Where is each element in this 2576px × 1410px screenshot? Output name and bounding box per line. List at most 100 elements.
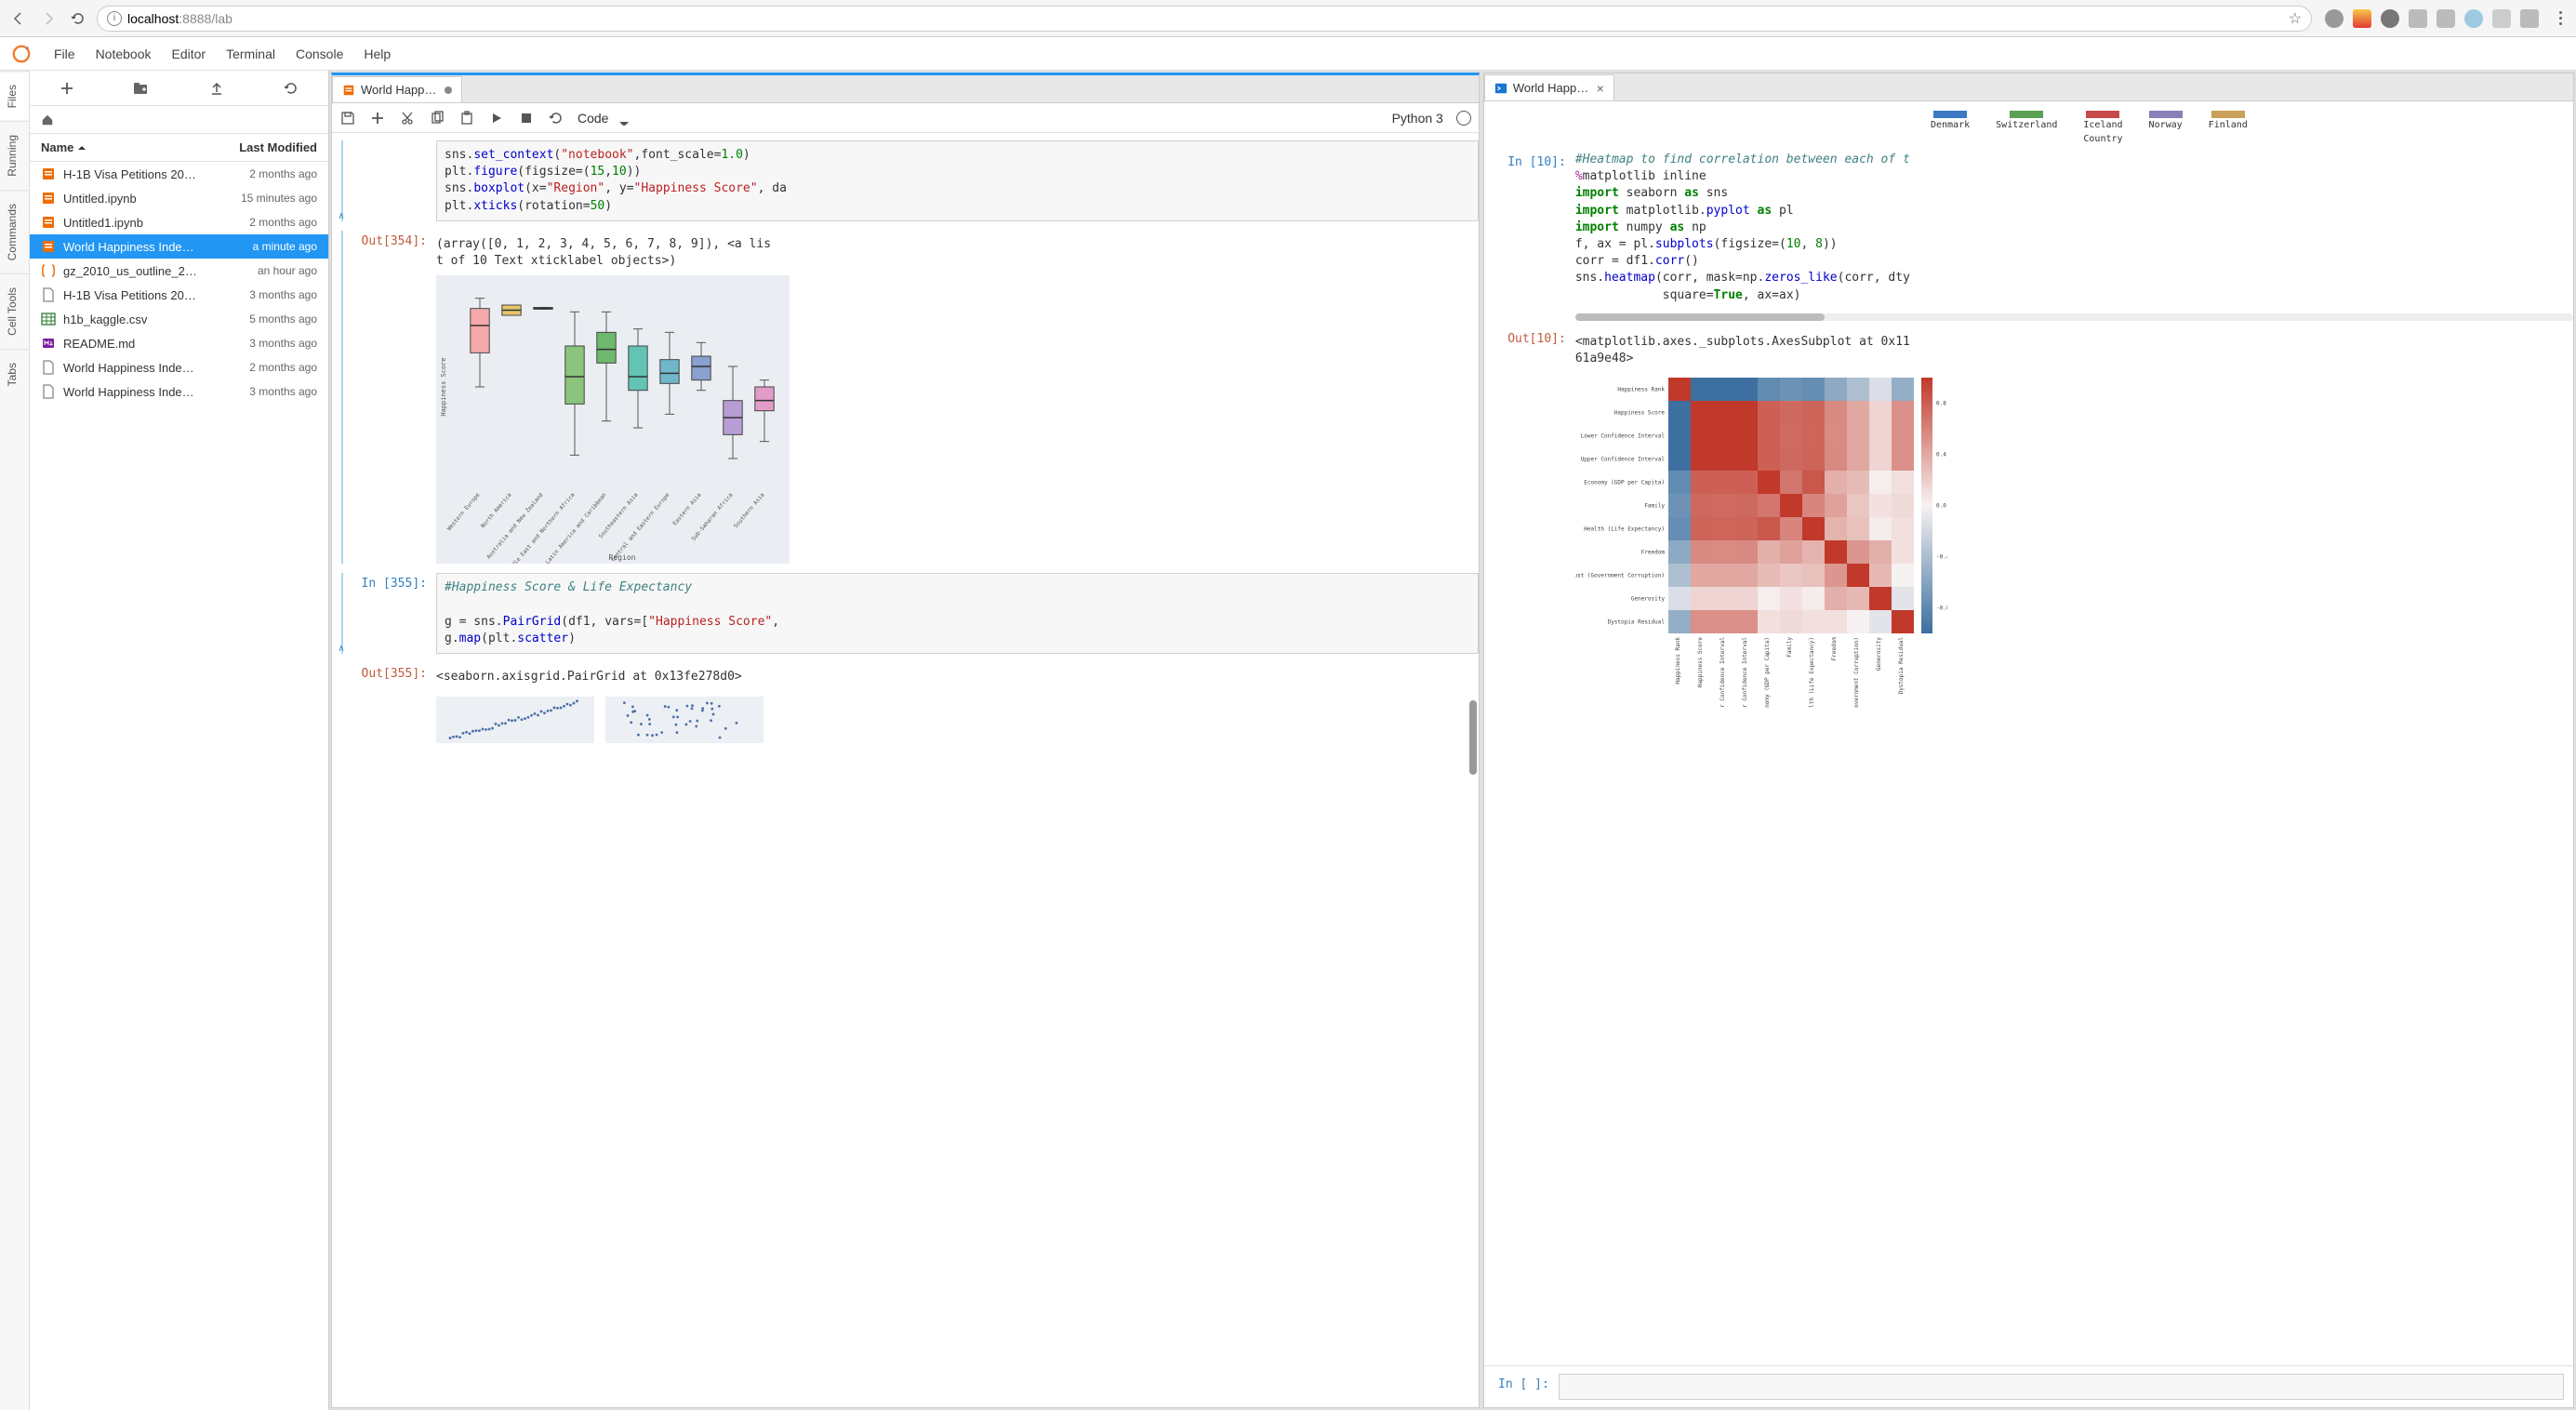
notebook-body-left[interactable]: ∧ sns.set_context("notebook",font_scale=…: [332, 133, 1479, 1407]
url-bar[interactable]: i localhost:8888/lab ☆: [97, 6, 2312, 32]
ext-icon[interactable]: [2381, 9, 2399, 28]
file-row[interactable]: H-1B Visa Petitions 20…2 months ago: [30, 162, 328, 186]
sidetab-tabs[interactable]: Tabs: [0, 349, 29, 399]
svg-text:Upper Confidence Interval: Upper Confidence Interval: [1742, 637, 1748, 708]
sidetab-running[interactable]: Running: [0, 121, 29, 190]
sidetab-commands[interactable]: Commands: [0, 190, 29, 273]
sidetab-files[interactable]: Files: [0, 71, 29, 121]
col-modified-label: Last Modified: [239, 140, 317, 154]
code-input[interactable]: sns.set_context("notebook",font_scale=1.…: [436, 140, 1479, 221]
close-icon[interactable]: ×: [1597, 81, 1604, 96]
file-modified: an hour ago: [258, 264, 317, 277]
dirty-indicator-icon: [445, 86, 452, 94]
legend-item: Norway: [2149, 111, 2183, 144]
sidetab-cell-tools[interactable]: Cell Tools: [0, 273, 29, 349]
ext-icon[interactable]: [2437, 9, 2455, 28]
left-sidebar-tabs: FilesRunningCommandsCell ToolsTabs: [0, 71, 30, 1410]
file-row[interactable]: h1b_kaggle.csv5 months ago: [30, 307, 328, 331]
filebrowser-header[interactable]: Name Last Modified: [30, 134, 328, 162]
horizontal-scrollbar[interactable]: [1575, 313, 2573, 321]
kernel-name[interactable]: Python 3: [1392, 111, 1443, 126]
restart-button[interactable]: [548, 110, 564, 126]
code-input: #Heatmap to find correlation between eac…: [1575, 152, 2573, 304]
svg-text:Lower Confidence Interval: Lower Confidence Interval: [1581, 433, 1666, 440]
cell-prompt: [354, 140, 436, 221]
menu-help[interactable]: Help: [364, 47, 391, 61]
upload-button[interactable]: [207, 79, 226, 98]
menu-file[interactable]: File: [54, 47, 75, 61]
file-row[interactable]: World Happiness Inde…3 months ago: [30, 379, 328, 404]
refresh-button[interactable]: [282, 79, 300, 98]
ext-icon[interactable]: [2353, 9, 2371, 28]
boxplot-chart: Happiness ScoreWestern EuropeNorth Ameri…: [436, 275, 790, 564]
file-browser: Name Last Modified H-1B Visa Petitions 2…: [30, 71, 329, 1410]
svg-text:-0.8: -0.8: [1936, 605, 1947, 612]
console-body[interactable]: DenmarkSwitzerlandIcelandCountryNorwayFi…: [1484, 101, 2573, 1365]
svg-text:Health (Life Expectancy): Health (Life Expectancy): [1584, 526, 1665, 533]
breadcrumb[interactable]: [30, 106, 328, 134]
heatmap-chart: Happiness Rank Happiness Score Lower Confi…: [1575, 373, 1947, 708]
file-icon: [41, 336, 56, 351]
file-name: H-1B Visa Petitions 20…: [63, 167, 242, 181]
console-input[interactable]: [1559, 1374, 2564, 1400]
menu-console[interactable]: Console: [296, 47, 343, 61]
file-modified: 5 months ago: [249, 313, 317, 326]
file-icon: [41, 191, 56, 206]
reload-button[interactable]: [67, 7, 89, 30]
insert-cell-button[interactable]: [369, 110, 386, 126]
save-button[interactable]: [339, 110, 356, 126]
new-folder-button[interactable]: [132, 79, 151, 98]
svg-text:Happiness Rank: Happiness Rank: [1675, 637, 1681, 685]
ext-icon[interactable]: [2492, 9, 2511, 28]
file-row[interactable]: H-1B Visa Petitions 20…3 months ago: [30, 283, 328, 307]
tab-title: World Happines: [361, 83, 439, 97]
scrollbar-thumb[interactable]: [1469, 700, 1477, 775]
kernel-status-icon: [1456, 111, 1471, 126]
tab-world-happiness-notebook[interactable]: World Happines: [332, 76, 462, 102]
menu-notebook[interactable]: Notebook: [96, 47, 152, 61]
chrome-menu-icon[interactable]: [2552, 11, 2569, 25]
paste-button[interactable]: [458, 110, 475, 126]
file-row[interactable]: Untitled.ipynb15 minutes ago: [30, 186, 328, 210]
svg-text:Happiness Score: Happiness Score: [1697, 637, 1704, 688]
interrupt-button[interactable]: [518, 110, 535, 126]
file-row[interactable]: Untitled1.ipynb2 months ago: [30, 210, 328, 234]
svg-text:Happiness Score: Happiness Score: [440, 358, 447, 417]
ext-icon[interactable]: [2409, 9, 2427, 28]
notebook-panel-right: World Happines × DenmarkSwitzerlandIcela…: [1483, 73, 2574, 1408]
ext-icon[interactable]: [2520, 9, 2539, 28]
code-input[interactable]: #Happiness Score & Life Expectancy g = s…: [436, 573, 1479, 654]
forward-button[interactable]: [37, 7, 60, 30]
svg-text:Family: Family: [1786, 637, 1793, 658]
cell-type-select[interactable]: Code: [578, 111, 633, 126]
file-row[interactable]: World Happiness Inde…2 months ago: [30, 355, 328, 379]
url-text: localhost:8888/lab: [127, 11, 232, 26]
ext-icon[interactable]: [2325, 9, 2344, 28]
notebook-icon: [342, 84, 355, 97]
file-name: H-1B Visa Petitions 20…: [63, 288, 242, 302]
file-row[interactable]: World Happiness Inde…a minute ago: [30, 234, 328, 259]
file-icon: [41, 287, 56, 302]
ext-icon[interactable]: [2464, 9, 2483, 28]
new-launcher-button[interactable]: [58, 79, 76, 98]
run-button[interactable]: [488, 110, 505, 126]
tab-world-happiness-console[interactable]: World Happines ×: [1484, 74, 1614, 100]
site-info-icon[interactable]: i: [107, 11, 122, 26]
bookmark-star-icon[interactable]: ☆: [2289, 9, 2302, 28]
back-button[interactable]: [7, 7, 30, 30]
cell-prompt: Out[355]:: [354, 663, 436, 743]
svg-text:Upper Confidence Interval: Upper Confidence Interval: [1581, 457, 1666, 463]
cut-button[interactable]: [399, 110, 416, 126]
svg-text:Trust (Government Corruption): Trust (Government Corruption): [1853, 637, 1860, 708]
file-icon: [41, 239, 56, 254]
cell-prompt: In [355]:: [354, 573, 436, 654]
svg-text:Economy (GDP per Capita): Economy (GDP per Capita): [1764, 637, 1771, 708]
menu-editor[interactable]: Editor: [172, 47, 206, 61]
tabbar-right: World Happines ×: [1484, 73, 2573, 101]
file-row[interactable]: gz_2010_us_outline_2…an hour ago: [30, 259, 328, 283]
cell-prompt: Out[10]:: [1494, 328, 1575, 708]
menu-terminal[interactable]: Terminal: [226, 47, 275, 61]
copy-button[interactable]: [429, 110, 445, 126]
pairgrid-output: [436, 691, 1479, 743]
file-row[interactable]: README.md3 months ago: [30, 331, 328, 355]
